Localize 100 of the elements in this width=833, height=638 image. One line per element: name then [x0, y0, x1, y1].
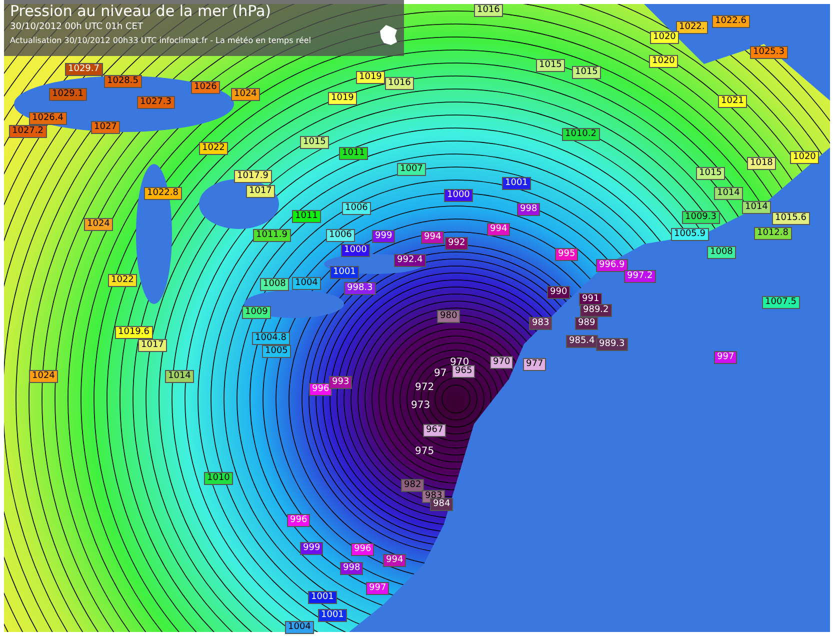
pressure-value: 972: [415, 382, 434, 394]
pressure-value-tag: 994: [421, 231, 444, 244]
pressure-value-tag: 999: [372, 230, 396, 243]
pressure-value-tag: 993: [329, 376, 352, 389]
pressure-value-tag: 1008: [707, 246, 736, 259]
pressure-value-tag: 1009: [242, 306, 271, 319]
pressure-value-tag: 1004: [292, 277, 321, 290]
pressure-value-tag: 1019: [328, 92, 357, 105]
pressure-value-tag: 999: [300, 542, 324, 555]
pressure-value-tag: 1001: [330, 266, 359, 279]
pressure-value-tag: 997.2: [624, 270, 656, 283]
pressure-value-tag: 1017: [138, 339, 167, 352]
pressure-value-tag: 1015: [696, 167, 725, 180]
pressure-value-tag: 1022: [199, 142, 228, 155]
pressure-value-tag: 1019.6: [115, 326, 152, 339]
pressure-value-tag: 1022.: [676, 21, 708, 34]
pressure-value-tag: 977: [523, 358, 546, 371]
pressure-value-tag: 992.4: [394, 254, 426, 267]
pressure-value-tag: 989.3: [596, 338, 628, 351]
pressure-value-tag: 1020: [650, 31, 679, 44]
pressure-value-tag: 1024: [231, 88, 260, 101]
pressure-value-tag: 980: [437, 310, 460, 323]
update-line: Actualisation 30/10/2012 00h33 UTC infoclimat.fr - La météo en temps réel: [10, 35, 312, 47]
pressure-value-tag: 1028.5: [104, 75, 142, 88]
pressure-value-tag: 1021: [718, 95, 747, 108]
pressure-value-tag: 1022: [108, 274, 137, 287]
pressure-value-tag: 998.3: [344, 282, 376, 295]
pressure-value-tag: 1015: [536, 59, 565, 72]
pressure-value-tag: 1001: [308, 591, 337, 604]
map-title: Pression au niveau de la mer (hPa): [10, 2, 272, 20]
pressure-value-tag: 996: [309, 383, 332, 396]
pressure-value-tag: 994: [383, 554, 406, 567]
pressure-value-tag: 1000: [444, 189, 473, 202]
pressure-value-tag: 1018: [747, 157, 776, 170]
pressure-value-tag: 1017.9: [234, 170, 272, 183]
pressure-value-tag: 1001: [502, 177, 531, 190]
pressure-value-tag: 1027: [91, 121, 120, 134]
pressure-value-tag: 990: [547, 286, 570, 299]
pressure-value-tag: 985.4: [566, 335, 598, 348]
pressure-value-tag: 1007.5: [762, 296, 800, 309]
pressure-value-tag: 1026: [191, 81, 220, 94]
pressure-value-tag: 1014: [165, 370, 194, 383]
pressure-value-tag: 1017: [246, 185, 275, 198]
pressure-value-tag: 1026.4: [29, 112, 66, 125]
pressure-value-tag: 1022.8: [144, 187, 182, 200]
pressure-value-tag: 994: [487, 223, 510, 236]
pressure-value-tag: 1022.6: [712, 15, 750, 28]
pressure-value-tag: 965: [452, 365, 476, 378]
pressure-value-tag: 998: [517, 203, 540, 216]
pressure-value: 973: [411, 400, 430, 412]
pressure-value-tag: 1004.8: [252, 332, 290, 345]
pressure-value-tag: 992: [445, 237, 468, 250]
pressure-value-tag: 996: [351, 543, 374, 556]
pressure-value-tag: 1015: [300, 136, 329, 149]
pressure-value-tag: 1020: [649, 55, 678, 68]
pressure-value-tag: 1008: [260, 278, 289, 291]
pressure-value-tag: 967: [423, 424, 446, 437]
pressure-value-tag: 1027.3: [137, 96, 174, 109]
pressure-value-tag: 996.9: [596, 259, 628, 272]
pressure-value-tag: 1027.2: [9, 125, 46, 138]
pressure-value-tag: 1005: [262, 345, 291, 358]
pressure-value-tag: 997: [714, 351, 738, 364]
pressure-value-tag: 1025.3: [750, 46, 788, 59]
pressure-value-tag: 1006: [342, 202, 371, 215]
pressure-value-tag: 1024: [84, 218, 113, 231]
pressure-value-tag: 1006: [326, 229, 355, 242]
pressure-value-tag: 1010.2: [562, 128, 600, 141]
pressure-value-tag: 989.2: [580, 304, 612, 317]
pressure-value-tag: 1011.9: [253, 229, 290, 242]
pressure-value-tag: 984: [430, 498, 454, 511]
pressure-value-tag: 970: [490, 356, 514, 369]
pressure-value-tag: 995: [555, 248, 578, 261]
pressure-value-tag: 1029.7: [65, 63, 102, 76]
pressure-value-tag: 1004: [285, 621, 314, 634]
pressure-value-tag: 1007: [397, 163, 426, 176]
pressure-value-tag: 1020: [790, 151, 819, 164]
pressure-value: 975: [415, 446, 434, 458]
pressure-value: 97: [434, 368, 447, 380]
pressure-value-tag: 1011: [292, 210, 321, 223]
forecast-date: 30/10/2012 00h UTC 01h CET: [10, 21, 144, 34]
pressure-value-tag: 998: [340, 562, 364, 575]
pressure-value-tag: 1016: [474, 4, 503, 17]
pressure-value-tag: 983: [529, 317, 552, 330]
pressure-value-tag: 1015: [572, 66, 601, 79]
pressure-value-tag: 997: [366, 582, 390, 595]
pressure-value-tag: 1016: [385, 77, 414, 90]
pressure-value-tag: 982: [401, 479, 424, 492]
pressure-value-tag: 1005.9: [671, 228, 708, 241]
pressure-value-tag: 1019: [356, 71, 385, 84]
pressure-value-tag: 1014: [742, 201, 771, 214]
pressure-value-tag: 1012.8: [754, 227, 792, 240]
pressure-value-tag: 1000: [341, 244, 370, 257]
pressure-value-tag: 1001: [318, 609, 347, 622]
pressure-value-tag: 1024: [29, 370, 58, 383]
pressure-value-tag: 1011: [339, 147, 368, 160]
pressure-value-tag: 1029.1: [49, 88, 86, 101]
pressure-value-tag: 1009.3: [682, 211, 720, 224]
pressure-value-tag: 996: [287, 514, 310, 527]
pressure-value-tag: 1015.6: [772, 212, 810, 225]
pressure-value-tag: 1014: [714, 187, 743, 200]
